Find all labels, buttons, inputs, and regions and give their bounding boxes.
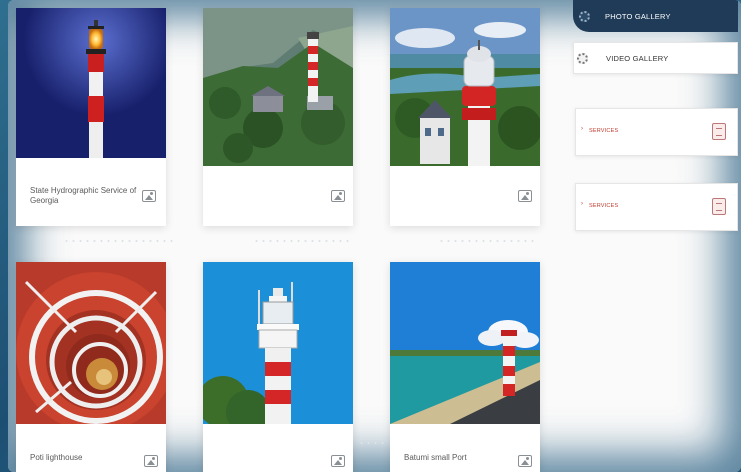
dotted-divider	[358, 440, 388, 446]
gallery-card[interactable]	[203, 8, 353, 226]
image-icon[interactable]	[144, 455, 158, 467]
photo-gallery-label: PHOTO GALLERY	[605, 12, 671, 21]
gallery-card[interactable]	[203, 262, 353, 472]
gear-icon	[579, 11, 590, 22]
lighthouse-night-photo	[16, 8, 166, 158]
dotted-divider	[63, 238, 173, 244]
video-gallery-menu-item[interactable]: VIDEO GALLERY	[573, 42, 738, 74]
services-label: SERVICES	[589, 203, 619, 209]
dotted-divider	[253, 238, 353, 244]
document-icon	[712, 123, 726, 140]
document-icon	[712, 198, 726, 215]
image-icon[interactable]	[518, 455, 532, 467]
photo-gallery-menu-item[interactable]: PHOTO GALLERY	[573, 0, 738, 32]
dotted-divider	[438, 238, 538, 244]
lighthouse-sky-photo	[203, 262, 353, 424]
gear-icon	[577, 53, 588, 64]
image-icon[interactable]	[142, 190, 156, 202]
gallery-card[interactable]: Poti lighthouse	[16, 262, 166, 472]
card-caption: State Hydrographic Service of Georgia	[30, 186, 137, 205]
arrow-icon: ›	[581, 126, 583, 132]
lighthouse-river-photo	[390, 8, 540, 166]
spiral-staircase-photo	[16, 262, 166, 424]
arrow-icon: ›	[581, 201, 583, 207]
image-icon[interactable]	[331, 190, 345, 202]
gallery-card[interactable]	[390, 8, 540, 226]
card-caption: Batumi small Port	[404, 453, 467, 462]
video-gallery-label: VIDEO GALLERY	[606, 54, 669, 63]
gallery-card[interactable]: State Hydrographic Service of Georgia	[16, 8, 166, 226]
lighthouse-aerial-photo	[203, 8, 353, 166]
image-icon[interactable]	[331, 455, 345, 467]
services-card[interactable]: › SERVICES	[575, 183, 738, 231]
services-card[interactable]: › SERVICES	[575, 108, 738, 156]
services-label: SERVICES	[589, 128, 619, 134]
batumi-port-photo	[390, 262, 540, 424]
page-frame: State Hydrographic Service of Georgia Po…	[8, 0, 741, 472]
image-icon[interactable]	[518, 190, 532, 202]
gallery-card[interactable]: Batumi small Port	[390, 262, 540, 472]
card-caption: Poti lighthouse	[30, 453, 83, 462]
